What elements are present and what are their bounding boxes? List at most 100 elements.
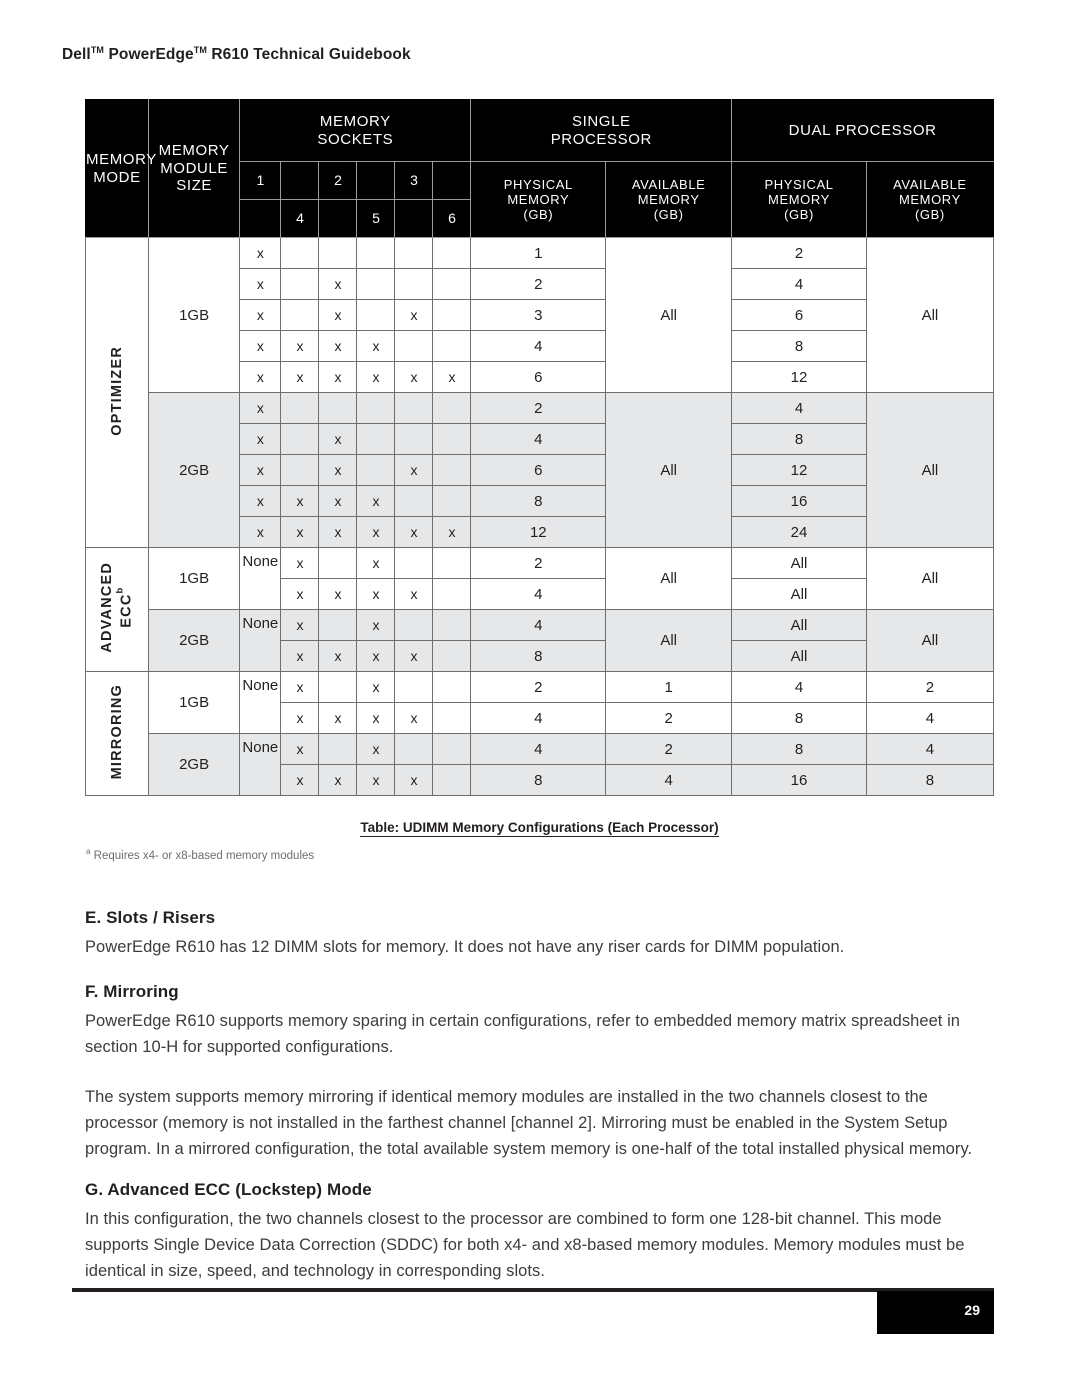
- socket-cell: [432, 237, 472, 269]
- socket-cell: [394, 392, 434, 424]
- footnote-text: Requires x4- or x8-based memory modules: [90, 849, 315, 862]
- sp-physical-memory-cell: 4: [470, 609, 607, 641]
- table-head: MEMORY MODE MEMORY MODULE SIZE MEMORY SO…: [85, 99, 995, 238]
- dp-physical-memory-cell: All: [731, 578, 867, 610]
- socket-cell: [394, 268, 434, 300]
- sp-physical-memory-cell: 8: [470, 485, 607, 517]
- section-paragraph-slots-risers: PowerEdge R610 has 12 DIMM slots for mem…: [85, 938, 845, 956]
- socket-cell: [280, 268, 320, 300]
- socket-cell: [432, 454, 472, 486]
- socket-cell: x: [318, 361, 358, 393]
- socket-cell: x: [356, 640, 396, 672]
- sp-available-memory-cell: All: [605, 392, 733, 548]
- socket-cell: x: [356, 330, 396, 362]
- sp-available-memory-cell: 4: [605, 764, 733, 796]
- socket-cell: x: [318, 702, 358, 734]
- socket-cell: x: [280, 485, 320, 517]
- socket-cell: x: [280, 547, 320, 579]
- table-row: MIRRORING 1GB None x x 2 1 4 2: [85, 671, 995, 796]
- module-size-cell: 1GB: [147, 671, 241, 734]
- header-dual-processor: DUAL PROCESSOR: [731, 99, 994, 162]
- socket-cell: x: [394, 764, 434, 796]
- socket-cell: [432, 671, 472, 703]
- table-footnote: a Requires x4- or x8-based memory module…: [86, 847, 314, 862]
- socket-cell: x: [432, 516, 472, 548]
- socket-cell: [394, 237, 434, 269]
- header-memory-mode: MEMORY MODE: [85, 99, 157, 238]
- dp-physical-memory-cell: 12: [731, 361, 867, 393]
- socket-cell: x: [280, 330, 320, 362]
- module-size-cell: 1GB: [147, 237, 241, 393]
- socket-cell: [356, 423, 396, 455]
- dp-physical-memory-cell: All: [731, 547, 867, 579]
- header-dp-available-l2: MEMORY: [898, 191, 961, 207]
- socket-cell: x: [239, 361, 282, 393]
- section-heading-slots-risers: E. Slots / Risers: [85, 908, 216, 927]
- dp-available-memory-cell: All: [865, 392, 995, 548]
- header-memory-module-size: MEMORY MODULE SIZE: [147, 99, 241, 238]
- header-socket-blank-d: [239, 199, 282, 238]
- socket-cell: [432, 578, 472, 610]
- socket-cell: [432, 609, 472, 641]
- footer-rule: [72, 1288, 994, 1292]
- socket-cell: [394, 330, 434, 362]
- dp-available-memory-cell: 2: [865, 671, 995, 703]
- header-single-processor: SINGLE PROCESSOR: [470, 99, 733, 162]
- sp-physical-memory-cell: 6: [470, 454, 607, 486]
- header-socket-blank-a: [280, 161, 320, 200]
- socket-cell: x: [280, 733, 320, 765]
- socket-cell: x: [356, 671, 396, 703]
- header-memory-mode-l2: MODE: [93, 168, 141, 186]
- socket-cell: x: [280, 764, 320, 796]
- socket-cell: [394, 485, 434, 517]
- dp-physical-memory-cell: 8: [731, 733, 867, 765]
- dp-available-memory-cell: 4: [865, 733, 995, 765]
- socket-cell: [280, 454, 320, 486]
- section-paragraph-advanced-ecc: In this configuration, the two channels …: [85, 1210, 965, 1280]
- socket-cell: x: [318, 299, 358, 331]
- socket-cell: x: [239, 299, 282, 331]
- module-size-cell: 2GB: [147, 609, 241, 672]
- socket-cell: x: [356, 609, 396, 641]
- socket-none-cell: None: [239, 547, 282, 610]
- header-socket-blank-b: [356, 161, 396, 200]
- dp-physical-memory-cell: 24: [731, 516, 867, 548]
- header-module-size-l1: MEMORY: [158, 141, 230, 159]
- socket-cell: x: [280, 640, 320, 672]
- socket-cell: x: [239, 237, 282, 269]
- dp-available-memory-cell: 8: [865, 764, 995, 796]
- socket-cell: [318, 733, 358, 765]
- sp-physical-memory-cell: 8: [470, 640, 607, 672]
- socket-cell: x: [356, 361, 396, 393]
- table-row: 2GB x 2 All 4 All: [86, 392, 995, 548]
- mode-cell-mirroring: MIRRORING: [85, 671, 149, 796]
- socket-cell: x: [318, 423, 358, 455]
- sp-available-memory-cell: All: [605, 237, 733, 393]
- socket-cell: x: [280, 609, 320, 641]
- table-row: 2GB None x x 4 All All All: [86, 609, 995, 672]
- sp-physical-memory-cell: 4: [470, 578, 607, 610]
- socket-cell: x: [280, 578, 320, 610]
- socket-cell: [394, 609, 434, 641]
- table-row: 2GB None x x 4 2 8 4: [86, 733, 995, 796]
- socket-cell: x: [356, 485, 396, 517]
- header-socket-4: 4: [280, 199, 320, 238]
- socket-cell: [318, 547, 358, 579]
- dp-physical-memory-cell: 4: [731, 392, 867, 424]
- socket-cell: x: [318, 516, 358, 548]
- socket-cell: [432, 640, 472, 672]
- header-module-size-l2: MODULE: [160, 159, 228, 177]
- header-dp-physical-l3: (GB): [784, 207, 814, 223]
- header-dp-physical-l1: PHYSICAL: [764, 176, 834, 192]
- header-socket-1: 1: [239, 161, 282, 200]
- memory-configuration-table-wrap: MEMORY MODE MEMORY MODULE SIZE MEMORY SO…: [85, 99, 995, 796]
- socket-cell: x: [280, 361, 320, 393]
- header-memory-mode-l1: MEMORY: [86, 150, 157, 168]
- header-dp-available-l3: (GB): [914, 207, 945, 223]
- socket-cell: x: [356, 702, 396, 734]
- dp-physical-memory-cell: All: [731, 640, 867, 672]
- section-mirroring: F. Mirroring PowerEdge R610 supports mem…: [85, 982, 995, 1162]
- dp-physical-memory-cell: All: [731, 609, 867, 641]
- header-memory-sockets-l2: SOCKETS: [317, 130, 394, 148]
- memory-configuration-table: MEMORY MODE MEMORY MODULE SIZE MEMORY SO…: [85, 99, 995, 796]
